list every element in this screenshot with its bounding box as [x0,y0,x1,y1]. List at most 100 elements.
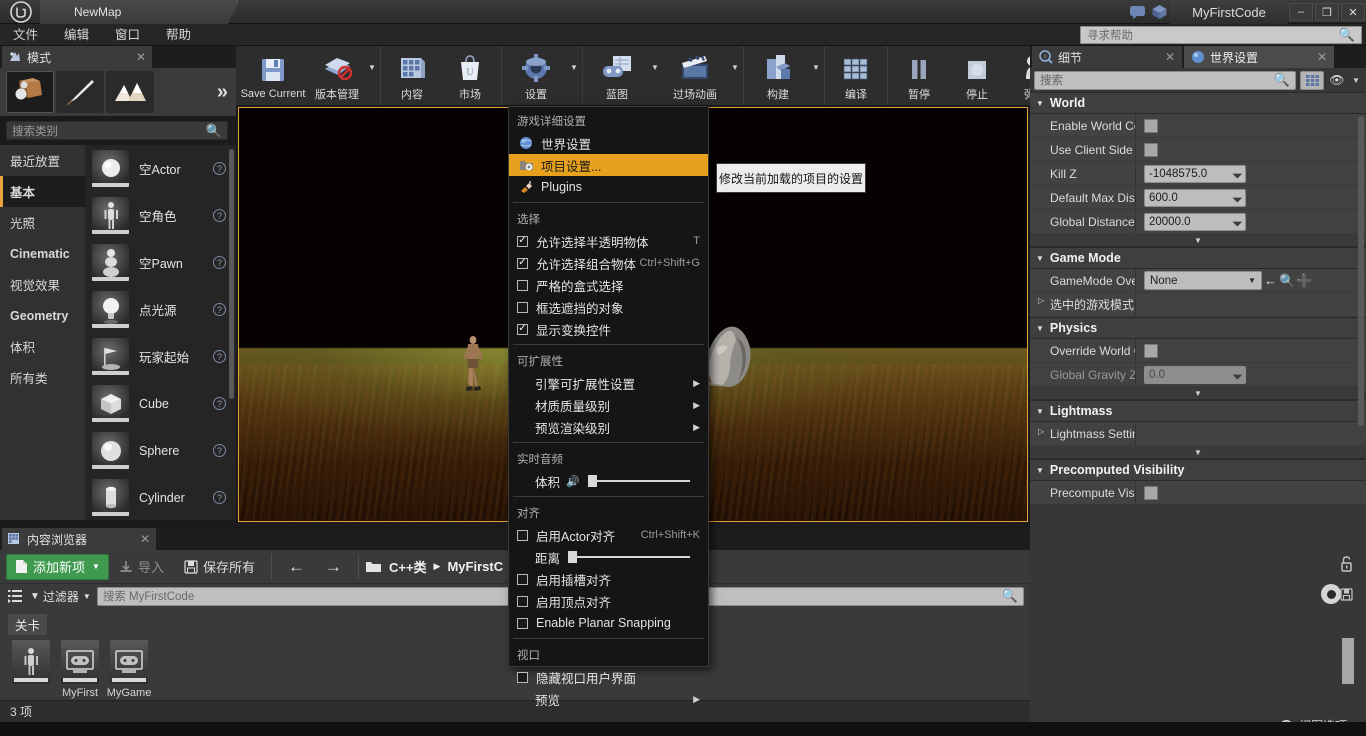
breadcrumb-item-myfirstcode[interactable]: MyFirstC [447,559,503,574]
details-search-input[interactable]: 搜索 🔍 [1034,70,1296,90]
help-search-input[interactable]: 寻求帮助 🔍 [1080,26,1362,44]
modes-place-list[interactable]: 空Actor ? 空角色 ? 空Pawn ? 点光源 ? 玩家起始 ? Cube [85,145,236,520]
section-precomputed-visibility[interactable]: ▼ Precomputed Visibility [1030,459,1366,481]
section-expander[interactable]: ▼ [1030,387,1366,400]
menu-item-show-transform-widget[interactable]: ✓ 显示变换控件 [509,318,708,340]
chevron-down-icon[interactable]: ▼ [649,46,661,105]
build-button[interactable]: 构建 [746,46,810,105]
checkbox-unchecked[interactable] [517,595,528,607]
cinematics-button[interactable]: 过场动画 [661,46,729,105]
place-list-scrollbar[interactable] [229,149,234,399]
chat-icon[interactable] [1126,1,1148,23]
place-mode-button[interactable] [6,71,54,113]
side-scrollbar[interactable] [1342,638,1354,684]
menu-item-enable-actor-snapping[interactable]: 启用Actor对齐 Ctrl+Shift+K [509,524,708,546]
checkbox[interactable] [1144,142,1158,157]
tab-world-settings[interactable]: 世界设置 ✕ [1184,46,1334,68]
minimize-button[interactable]: – [1289,3,1313,21]
menu-item-strict-box-selection[interactable]: 严格的盒式选择 [509,274,708,296]
section-world[interactable]: ▼ World [1030,92,1366,114]
place-item-empty-character[interactable]: 空角色 ? [85,192,236,239]
menu-edit[interactable]: 编辑 [51,24,102,46]
maximize-button[interactable]: ❐ [1315,3,1339,21]
tab-content-browser[interactable]: 内容浏览器 ✕ [2,528,156,550]
category-basic[interactable]: 基本 [0,176,85,207]
prop-label[interactable]: 选中的游戏模式 [1030,296,1135,313]
category-geometry[interactable]: Geometry [0,300,85,331]
breadcrumb-item-cpp-classes[interactable]: C++类 [389,557,427,576]
chevron-down-icon[interactable]: ▼ [810,46,822,105]
menu-item-plugins[interactable]: Plugins [509,176,708,198]
source-control-button[interactable]: 版本管理 [308,46,366,105]
distance-slider-knob[interactable] [568,551,578,563]
help-icon[interactable]: ? [213,303,226,316]
save-small-icon[interactable] [1340,588,1353,601]
close-button[interactable]: ✕ [1341,3,1365,21]
menu-item-material-quality[interactable]: 材质质量级别 ▶ [509,394,708,416]
menu-window[interactable]: 窗口 [102,24,153,46]
section-game-mode[interactable]: ▼ Game Mode [1030,247,1366,269]
checkbox-unchecked[interactable] [517,617,528,629]
menu-item-world-settings[interactable]: 世界设置 [509,132,708,154]
lock-icon[interactable] [1340,556,1353,572]
menu-item-allow-group-selection[interactable]: ✓ 允许选择组合物体 Ctrl+Shift+G [509,252,708,274]
place-item-empty-pawn[interactable]: 空Pawn ? [85,239,236,286]
checkbox-unchecked[interactable] [517,529,528,541]
settings-dropdown-menu[interactable]: 游戏详细设置 世界设置 项目设置... Plugins 选择 ✓ 允许选择半透明… [508,106,709,708]
checkbox[interactable] [1144,485,1158,500]
asset-item-mygame[interactable]: MyGame [100,640,158,699]
browse-asset-button[interactable]: 🔍 [1279,273,1296,289]
modes-more-button[interactable]: » [217,81,228,104]
save-all-button[interactable]: 保存所有 [174,554,265,580]
stop-button[interactable]: 停止 [948,46,1006,105]
menu-item-preview-rendering-level[interactable]: 预览渲染级别 ▶ [509,416,708,438]
chevron-down-icon[interactable]: ▼ [366,46,378,105]
volume-slider-knob[interactable] [587,475,597,487]
section-expander[interactable]: ▼ [1030,234,1366,247]
distance-slider[interactable] [568,551,690,563]
menu-item-engine-scalability[interactable]: 引擎可扩展性设置 ▶ [509,372,708,394]
modes-search-input[interactable]: 搜索类别 🔍 [6,121,228,140]
place-item-point-light[interactable]: 点光源 ? [85,286,236,333]
checkbox-checked[interactable]: ✓ [517,235,528,247]
help-icon[interactable]: ? [213,350,226,363]
compile-button[interactable]: 编译 [827,46,885,105]
place-item-cylinder[interactable]: Cylinder ? [85,474,236,520]
map-tab[interactable]: NewMap [40,0,240,24]
category-recent[interactable]: 最近放置 [0,145,85,176]
speaker-muted-icon[interactable]: 🔊 [566,475,580,488]
menu-file[interactable]: 文件 [0,24,51,46]
display-grid-button[interactable] [1300,70,1324,90]
content-button[interactable]: 内容 [383,46,441,105]
category-volumes[interactable]: 体积 [0,331,85,362]
close-icon[interactable]: ✕ [140,532,150,546]
settings-button[interactable]: 设置 [504,46,568,105]
number-input[interactable]: -1048575.0 ◢ [1144,164,1246,183]
chevron-down-icon[interactable]: ▼ [729,46,741,105]
place-item-cube[interactable]: Cube ? [85,380,236,427]
section-expander[interactable]: ▼ [1030,446,1366,459]
section-physics[interactable]: ▼ Physics [1030,317,1366,339]
use-selected-asset-button[interactable]: ← [1262,273,1279,288]
chevron-down-icon[interactable]: ▼ [1350,76,1362,85]
section-lightmass[interactable]: ▼ Lightmass [1030,400,1366,422]
menu-item-preview[interactable]: 预览 ▶ [509,688,708,710]
filters-button[interactable]: ▼ 过滤器 ▼ [30,588,91,605]
checkbox[interactable] [1144,343,1158,358]
prop-label[interactable]: Lightmass Setting [1030,427,1135,441]
forward-button[interactable]: → [315,554,352,580]
tab-details[interactable]: i 细节 ✕ [1032,46,1182,68]
close-icon[interactable]: ✕ [136,50,146,64]
category-cinematic[interactable]: Cinematic [0,238,85,269]
place-item-sphere[interactable]: Sphere ? [85,427,236,474]
menu-item-volume[interactable]: 体积 🔊 [509,470,708,492]
category-visual-effects[interactable]: 视觉效果 [0,269,85,300]
gamemode-override-combobox[interactable]: None ▼ [1144,271,1262,290]
help-icon[interactable]: ? [213,491,226,504]
checkbox-unchecked[interactable] [517,573,528,585]
help-icon[interactable]: ? [213,397,226,410]
place-item-empty-actor[interactable]: 空Actor ? [85,145,236,192]
checkbox[interactable] [1144,118,1158,133]
sources-toggle-icon[interactable] [8,589,24,603]
help-icon[interactable]: ? [213,162,226,175]
